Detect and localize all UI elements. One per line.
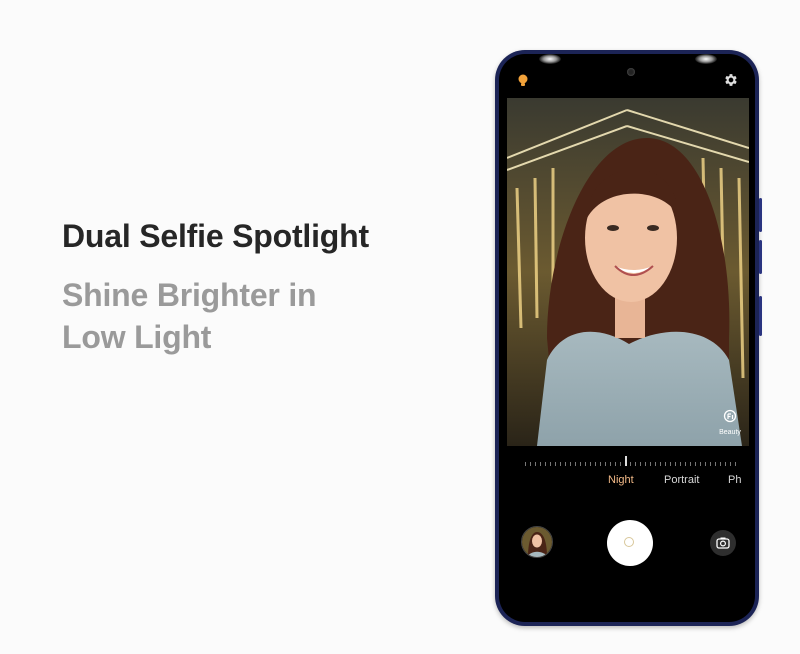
phone-device: Beauty Night Portrait Ph xyxy=(495,50,762,626)
zoom-ruler[interactable] xyxy=(525,462,737,466)
gallery-thumbnail[interactable] xyxy=(521,526,553,558)
subheadline: Shine Brighter in Low Light xyxy=(62,274,317,358)
beauty-label: Beauty xyxy=(719,429,741,436)
shutter-inner-ring xyxy=(624,537,634,547)
bulb-icon[interactable] xyxy=(517,74,529,88)
gallery-thumbnail-image xyxy=(522,527,552,557)
right-selfie-flash xyxy=(695,54,717,64)
beauty-button[interactable]: Beauty xyxy=(715,409,745,436)
mode-photo[interactable]: Ph xyxy=(728,474,741,486)
camera-switch-button[interactable] xyxy=(710,530,736,556)
zoom-ruler-marker xyxy=(625,456,627,466)
gear-icon[interactable] xyxy=(723,72,739,88)
power-button xyxy=(759,296,762,336)
subheadline-line-1: Shine Brighter in xyxy=(62,277,317,313)
front-camera xyxy=(627,68,635,76)
subheadline-line-2: Low Light xyxy=(62,319,212,355)
mode-portrait[interactable]: Portrait xyxy=(664,474,699,486)
shutter-button[interactable] xyxy=(607,520,653,566)
volume-down-button xyxy=(759,240,762,274)
mode-night[interactable]: Night xyxy=(608,474,634,486)
mode-selector: Night Portrait Ph xyxy=(499,474,755,494)
beauty-icon xyxy=(723,409,737,423)
left-selfie-flash xyxy=(539,54,561,64)
camera-viewfinder[interactable]: Beauty xyxy=(507,98,749,446)
camera-screen: Beauty Night Portrait Ph xyxy=(499,54,755,622)
headline: Dual Selfie Spotlight xyxy=(62,218,369,254)
volume-up-button xyxy=(759,198,762,232)
camera-switch-icon xyxy=(716,537,730,549)
selfie-preview-image xyxy=(507,98,749,446)
